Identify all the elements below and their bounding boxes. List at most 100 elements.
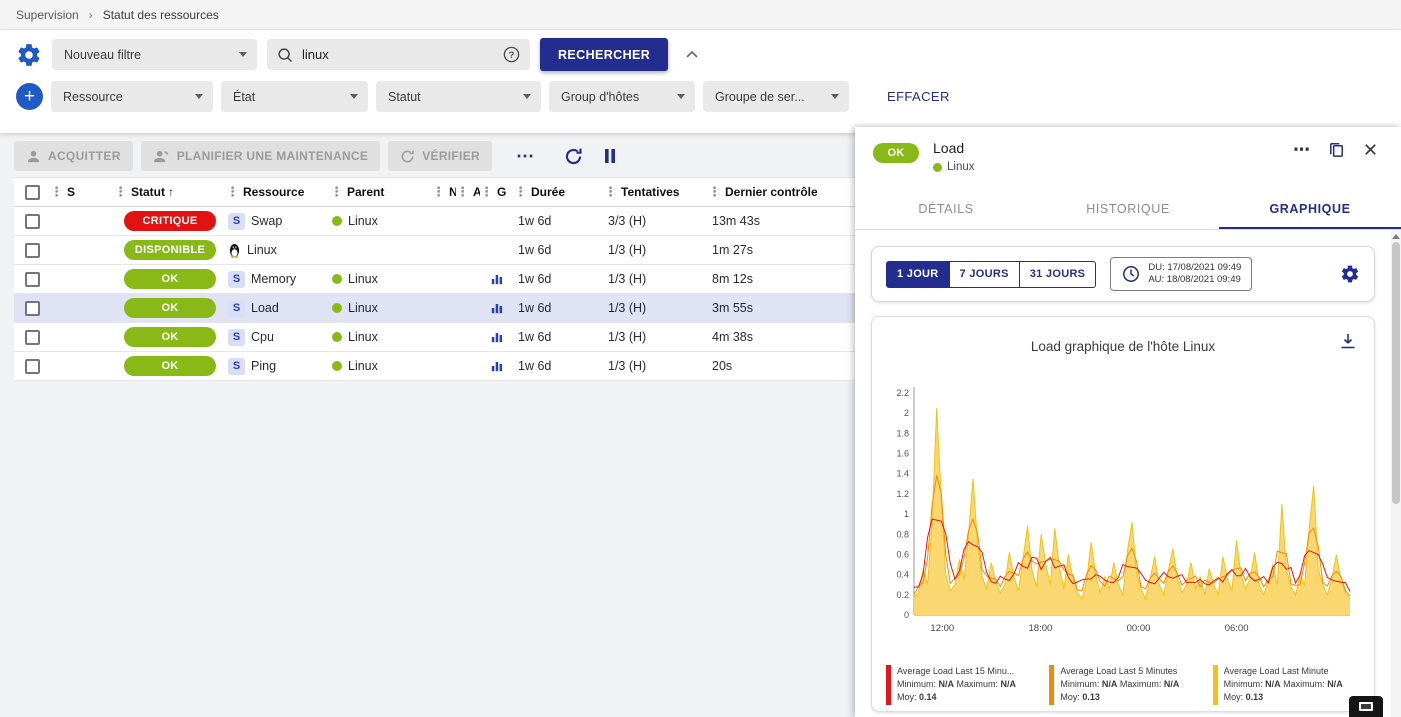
criteria-select-statut[interactable]: Statut — [376, 81, 541, 112]
parent-name: Linux — [348, 359, 378, 373]
drag-handle-icon[interactable]: ⋮ — [708, 184, 721, 200]
svg-text:1.8: 1.8 — [896, 428, 909, 438]
graph-title: Load graphique de l'hôte Linux — [872, 339, 1374, 354]
legend-item[interactable]: Average Load Last MinuteMinimum: N/A Max… — [1213, 665, 1368, 705]
column-header-a[interactable]: ⋮A — [456, 184, 480, 200]
tries-cell: 1/3 (H) — [604, 272, 708, 286]
drag-handle-icon[interactable]: ⋮ — [604, 184, 617, 200]
column-header-s[interactable]: ⋮S — [50, 184, 114, 200]
column-header-last_check[interactable]: ⋮Dernier contrôle — [708, 184, 855, 200]
actions-toolbar: ACQUITTER PLANIFIER UNE MAINTENANCE VÉRI… — [0, 133, 855, 177]
drag-handle-icon[interactable]: ⋮ — [432, 184, 445, 200]
range-button-group: 1 JOUR7 JOURS31 JOURS — [886, 261, 1096, 288]
check-button[interactable]: VÉRIFIER — [388, 141, 492, 171]
row-checkbox[interactable] — [25, 330, 40, 345]
range-button-7-jours[interactable]: 7 JOURS — [949, 261, 1020, 288]
criteria-select-ressource[interactable]: Ressource — [51, 81, 213, 112]
column-header-parent[interactable]: ⋮Parent — [330, 184, 432, 200]
range-button-1-jour[interactable]: 1 JOUR — [886, 261, 950, 288]
picture-in-picture-icon[interactable] — [1349, 696, 1383, 717]
table-row[interactable]: OKSCpuLinux1w 6d1/3 (H)4m 38s — [14, 323, 855, 352]
column-header-resource[interactable]: ⋮Ressource — [226, 184, 330, 200]
help-icon[interactable]: ? — [502, 45, 521, 64]
status-badge: OK — [124, 356, 216, 376]
column-header-duration[interactable]: ⋮Durée — [514, 184, 604, 200]
scrollbar-thumb[interactable] — [1392, 242, 1400, 504]
row-checkbox[interactable] — [25, 214, 40, 229]
status-badge: OK — [873, 143, 919, 163]
add-criteria-button[interactable]: + — [16, 83, 43, 110]
search-button[interactable]: RECHERCHER — [540, 38, 668, 71]
period-picker[interactable]: DU: 17/08/2021 09:49 AU: 18/08/2021 09:4… — [1110, 257, 1252, 291]
column-header-n[interactable]: ⋮N — [432, 184, 456, 200]
acknowledge-button[interactable]: ACQUITTER — [14, 141, 133, 171]
criteria-select-tat[interactable]: État — [221, 81, 368, 112]
column-header-g[interactable]: ⋮G — [480, 184, 514, 200]
duration-cell: 1w 6d — [514, 214, 604, 228]
refresh-button[interactable] — [564, 147, 583, 166]
row-checkbox[interactable] — [25, 301, 40, 316]
graph-icon[interactable] — [491, 331, 503, 343]
drag-handle-icon[interactable]: ⋮ — [50, 184, 63, 200]
legend-item[interactable]: Average Load Last 15 Minu...Minimum: N/A… — [886, 665, 1041, 705]
drag-handle-icon[interactable]: ⋮ — [514, 184, 527, 200]
tab-d-tails[interactable]: DÉTAILS — [855, 191, 1037, 229]
legend-color-bar — [1213, 665, 1218, 705]
chevron-down-icon — [350, 94, 358, 99]
drag-handle-icon[interactable]: ⋮ — [480, 184, 493, 200]
range-button-31-jours[interactable]: 31 JOURS — [1019, 261, 1097, 288]
search-input[interactable]: linux ? — [267, 39, 530, 70]
legend-name: Average Load Last Minute — [1224, 665, 1343, 678]
pause-refresh-button[interactable] — [603, 148, 617, 164]
table-row[interactable]: OKSLoadLinux1w 6d1/3 (H)3m 55s — [14, 294, 855, 323]
svg-text:2.2: 2.2 — [896, 388, 909, 398]
tab-historique[interactable]: HISTORIQUE — [1037, 191, 1219, 229]
table-row[interactable]: OKSPingLinux1w 6d1/3 (H)20s — [14, 352, 855, 381]
drag-handle-icon[interactable]: ⋮ — [226, 184, 239, 200]
export-graph-button[interactable] — [1338, 331, 1358, 351]
graph-icon[interactable] — [491, 360, 503, 372]
svg-text:1: 1 — [904, 509, 909, 519]
panel-scrollbar[interactable] — [1391, 230, 1401, 717]
clear-filters-button[interactable]: EFFACER — [887, 89, 950, 104]
close-panel-button[interactable] — [1362, 141, 1379, 158]
graph-settings-button[interactable] — [1340, 264, 1360, 284]
drag-handle-icon[interactable]: ⋮ — [456, 184, 469, 200]
table-row[interactable]: OKSMemoryLinux1w 6d1/3 (H)8m 12s — [14, 265, 855, 294]
criteria-select-groupe-de-ser[interactable]: Groupe de ser... — [703, 81, 849, 112]
row-checkbox[interactable] — [25, 359, 40, 374]
criteria-select-group-d-h-tes[interactable]: Group d'hôtes — [549, 81, 695, 112]
tab-graphique[interactable]: GRAPHIQUE — [1219, 191, 1401, 229]
legend-name: Average Load Last 5 Minutes — [1060, 665, 1179, 678]
legend-item[interactable]: Average Load Last 5 MinutesMinimum: N/A … — [1049, 665, 1204, 705]
filter-settings-button[interactable] — [16, 42, 42, 68]
panel-header: OK Load Linux ⋯ — [855, 127, 1401, 191]
graph-icon[interactable] — [491, 302, 503, 314]
svg-text:06:00: 06:00 — [1225, 623, 1249, 634]
column-header-tries[interactable]: ⋮Tentatives — [604, 184, 708, 200]
row-checkbox[interactable] — [25, 272, 40, 287]
chart-legend: Average Load Last 15 Minu...Minimum: N/A… — [886, 665, 1368, 705]
table-row[interactable]: DISPONIBLELinux1w 6d1/3 (H)1m 27s — [14, 236, 855, 265]
breadcrumb-item-supervision[interactable]: Supervision — [16, 8, 79, 22]
more-actions-button[interactable]: ⋯ — [510, 150, 540, 162]
scroll-up-icon[interactable] — [1392, 234, 1400, 239]
column-header-status[interactable]: ⋮Statut↑ — [114, 184, 226, 200]
tries-cell: 1/3 (H) — [604, 359, 708, 373]
saved-filter-select[interactable]: Nouveau filtre — [52, 39, 257, 70]
select-all-checkbox[interactable] — [25, 185, 40, 200]
collapse-filters-button[interactable] — [684, 47, 700, 63]
set-maintenance-button[interactable]: PLANIFIER UNE MAINTENANCE — [141, 141, 381, 171]
linux-host-icon — [228, 243, 241, 258]
gear-icon — [16, 42, 42, 68]
table-row[interactable]: CRITIQUESSwapLinux1w 6d3/3 (H)13m 43s — [14, 207, 855, 236]
drag-handle-icon[interactable]: ⋮ — [330, 184, 343, 200]
drag-handle-icon[interactable]: ⋮ — [114, 184, 127, 200]
row-checkbox[interactable] — [25, 243, 40, 258]
svg-text:0.2: 0.2 — [896, 590, 909, 600]
panel-more-button[interactable]: ⋯ — [1293, 145, 1311, 155]
graph-icon[interactable] — [491, 273, 503, 285]
copy-link-button[interactable] — [1327, 140, 1346, 159]
service-icon: S — [228, 271, 245, 288]
panel-host-name: Linux — [947, 161, 975, 173]
